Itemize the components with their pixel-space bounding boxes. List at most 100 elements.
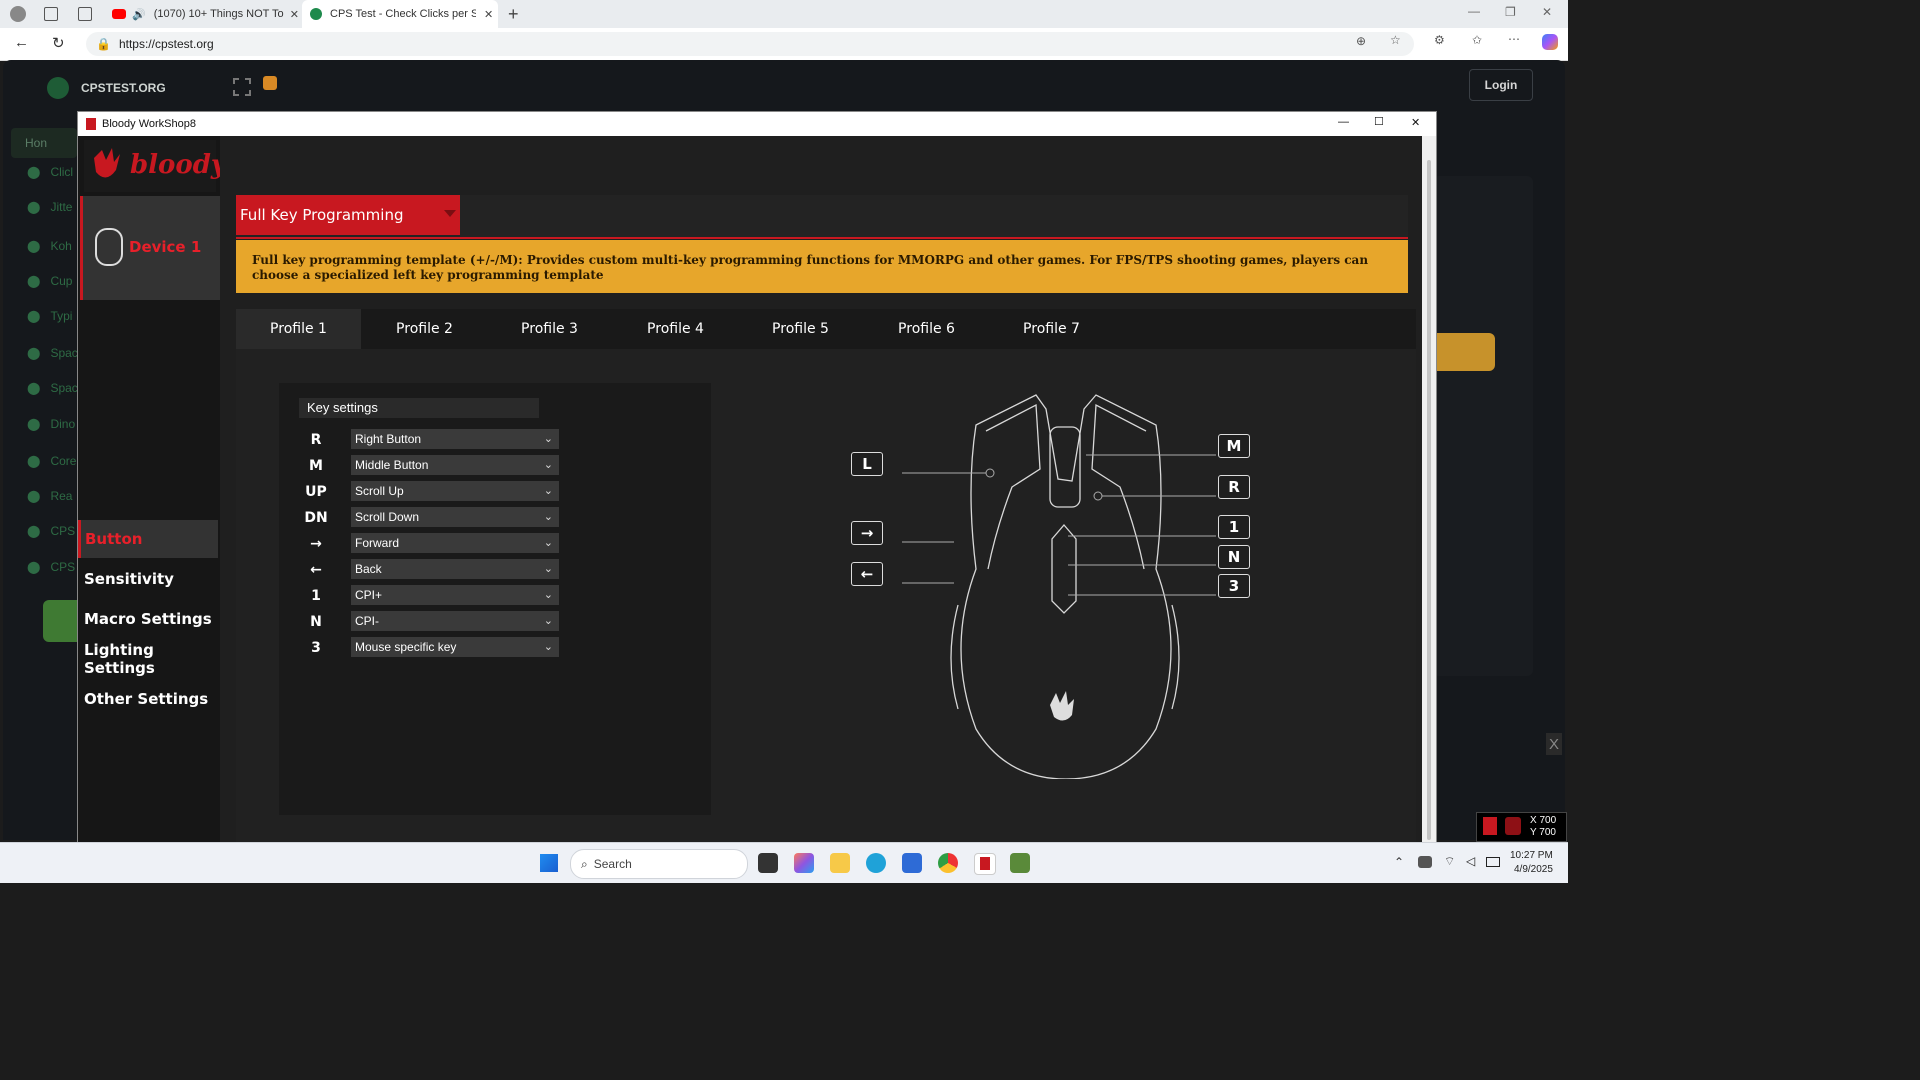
edge-icon[interactable] [866,853,886,873]
site-orange-button[interactable] [1435,333,1495,371]
site-nav-item[interactable]: ⬤ Core [27,454,76,468]
site-nav-item[interactable]: ⬤ CPS [27,560,75,574]
site-logo-icon [47,77,69,99]
mouse-device-icon [95,228,123,266]
tab-profile-1[interactable]: Profile 1 [236,309,361,349]
scrollbar[interactable] [1422,136,1436,843]
menu-macro-settings[interactable]: Macro Settings [78,600,218,638]
refresh-icon[interactable]: ↻ [52,34,65,52]
bloody-app-icon[interactable] [974,853,996,875]
tab-profile-6[interactable]: Profile 6 [864,309,989,349]
workspaces-icon[interactable] [44,7,58,21]
key-settings-panel: Key settings R Right Button ⌄ M Middle Butt… [279,383,711,815]
new-tab-button[interactable]: + [508,4,519,25]
close-tab-icon[interactable]: ✕ [290,8,299,21]
device-card[interactable]: Device 1 [80,196,221,300]
taskbar-search[interactable]: ⌕ Search [570,849,748,879]
m365-icon[interactable] [794,853,814,873]
menu-other-settings[interactable]: Other Settings [78,680,218,718]
site-nav-item[interactable]: ⬤ Spac [27,346,78,360]
clock-time[interactable]: 10:27 PM [1510,850,1553,861]
favorites-icon[interactable]: ✩ [1472,33,1482,47]
site-nav-item[interactable]: ⬤ Jitte [27,200,72,214]
nav-icon: ⬤ [27,524,41,538]
site-nav-item[interactable]: ⬤ Koh [27,239,72,253]
read-aloud-icon[interactable]: ⊕ [1356,34,1366,48]
key-select-3[interactable]: Mouse specific key ⌄ [351,637,559,657]
key-select-n[interactable]: CPI- ⌄ [351,611,559,631]
close-icon[interactable]: ✕ [1411,116,1420,129]
site-nav-item[interactable]: ⬤ CPS [27,524,75,538]
speaker-icon[interactable]: 🔊 [132,8,146,21]
chrome-icon[interactable] [938,853,958,873]
task-view-icon[interactable] [758,853,778,873]
key-row-forward: → Forward ⌄ [299,533,559,555]
key-select-m[interactable]: Middle Button ⌄ [351,455,559,475]
tab-profile-5[interactable]: Profile 5 [738,309,863,349]
key-select-dn[interactable]: Scroll Down ⌄ [351,507,559,527]
url-field[interactable]: 🔒 https://cpstest.org [86,32,1414,56]
store-icon[interactable] [902,853,922,873]
overlay-hand-icon [1505,817,1521,835]
close-icon[interactable]: ✕ [1542,5,1552,19]
site-nav-item[interactable]: ⬤ Rea [27,489,72,503]
site-nav-item[interactable]: ⬤ Cup [27,274,72,288]
tab-youtube[interactable]: 🔊 (1070) 10+ Things NOT To D ✕ [104,0,300,28]
hand-icon[interactable] [263,76,277,90]
menu-lighting-settings[interactable]: Lighting Settings [78,640,218,678]
back-icon[interactable]: ← [14,34,29,51]
favorite-star-icon[interactable]: ☆ [1390,33,1401,47]
login-button[interactable]: Login [1469,69,1533,101]
more-icon[interactable]: ⋯ [1508,32,1520,46]
wifi-icon[interactable]: ⌔ [1444,854,1455,869]
scrollbar-thumb[interactable] [1427,160,1431,840]
site-close-ad-button[interactable]: X [1546,733,1562,755]
site-nav-item[interactable]: ⬤ Spac [27,381,78,395]
tab-cpstest[interactable]: CPS Test - Check Clicks per Secon ✕ [302,0,498,28]
menu-sensitivity[interactable]: Sensitivity [78,560,218,598]
file-explorer-icon[interactable] [830,853,850,873]
callout-1: 1 [1218,515,1250,539]
restore-icon[interactable]: ❐ [1505,5,1516,19]
minimize-icon[interactable]: — [1338,116,1349,128]
device-label: Device 1 [129,238,202,256]
tab-actions-icon[interactable] [78,7,92,21]
site-nav-item[interactable]: ⬤ Clicl [27,165,73,179]
site-panel [1433,176,1533,676]
profile-icon[interactable] [10,6,26,22]
tray-chevron-icon[interactable]: ⌃ [1394,855,1404,869]
site-logo-text[interactable]: CPSTEST.ORG [81,81,166,95]
callout-n: N [1218,545,1250,569]
tab-profile-7[interactable]: Profile 7 [989,309,1114,349]
maximize-icon[interactable]: ☐ [1374,115,1384,128]
banner-text: Full key programming template (+/-/M): P… [252,253,1369,282]
copilot-icon[interactable] [1542,34,1558,50]
tray-app-icon[interactable] [1418,856,1432,868]
key-row-r: R Right Button ⌄ [299,429,559,451]
minecraft-icon[interactable] [1010,853,1030,873]
tab-profile-3[interactable]: Profile 3 [487,309,612,349]
site-nav-item[interactable]: ⬤ Typi [27,309,72,323]
start-icon[interactable] [540,854,558,872]
address-bar-row: ← ↻ 🔒 https://cpstest.org ⊕ ☆ ⚙ ✩ ⋯ [0,28,1568,61]
minimize-icon[interactable]: — [1468,4,1480,18]
clock-date[interactable]: 4/9/2025 [1514,864,1553,875]
site-nav-item[interactable]: ⬤ Dino [27,417,75,431]
key-select-forward[interactable]: Forward ⌄ [351,533,559,553]
tab-profile-2[interactable]: Profile 2 [362,309,487,349]
key-select-r[interactable]: Right Button ⌄ [351,429,559,449]
mode-select[interactable]: Full Key Programming [236,195,460,235]
tab-profile-4[interactable]: Profile 4 [613,309,738,349]
key-select-back[interactable]: Back ⌄ [351,559,559,579]
key-select-1[interactable]: CPI+ ⌄ [351,585,559,605]
browser-tab-bar: 🔊 (1070) 10+ Things NOT To D ✕ CPS Test … [0,0,1568,28]
nav-icon: ⬤ [27,274,41,288]
volume-icon[interactable]: ◁ [1466,854,1475,868]
site-nav-home[interactable]: Hon [11,128,77,158]
battery-icon[interactable] [1486,857,1500,867]
fullscreen-icon[interactable] [233,78,251,96]
close-tab-icon[interactable]: ✕ [484,8,493,21]
key-select-up[interactable]: Scroll Up ⌄ [351,481,559,501]
extensions-icon[interactable]: ⚙ [1434,33,1445,47]
menu-button[interactable]: Button [78,520,218,558]
